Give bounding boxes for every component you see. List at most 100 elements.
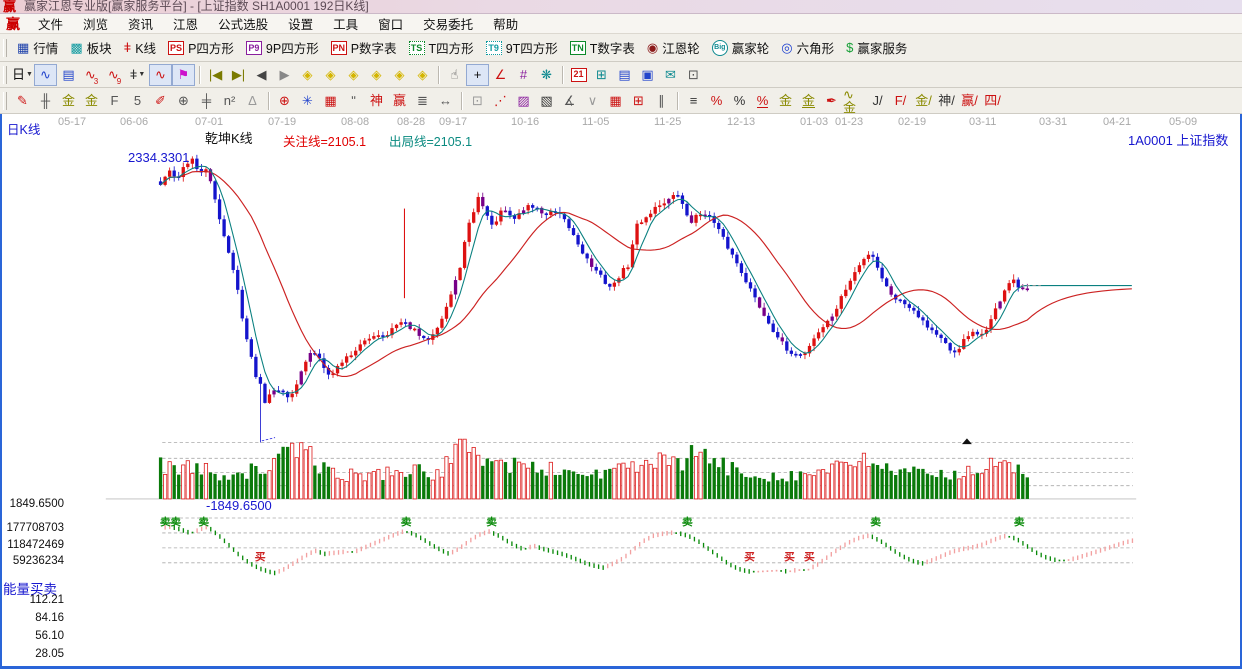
box-tool-icon[interactable]: ⊡ [466,90,489,112]
t-number-table-button[interactable]: TNT数字表 [564,36,641,60]
ying-angle-icon[interactable]: 赢/ [958,90,981,112]
angle-lines-icon[interactable]: ∡ [558,90,581,112]
gold-circle-icon[interactable]: 金 [774,90,797,112]
main-chart-svg[interactable]: 卖卖卖买卖卖卖买买买卖卖 [0,114,1242,669]
f-grid-icon[interactable]: F [103,90,126,112]
marker-pen-icon[interactable]: ✒ [820,90,843,112]
gann-diamond-6-icon[interactable]: ◈ [411,64,434,86]
bar-chart-icon[interactable]: ≡ [682,90,705,112]
star-burst-icon[interactable]: ✳ [296,90,319,112]
purple-fan-box-icon[interactable]: ▨ [512,90,535,112]
percent-red-icon[interactable]: % [705,90,728,112]
shen-angle-icon[interactable]: 神/ [935,90,958,112]
first-page-icon[interactable]: |◀ [204,64,227,86]
calculator-icon[interactable]: ⊞ [590,64,613,86]
gold-line-icon[interactable]: 金 [797,90,820,112]
n-squared-icon[interactable]: n² [218,90,241,112]
print-icon[interactable]: ⊡ [682,64,705,86]
gann-diamond-3-icon[interactable]: ◈ [342,64,365,86]
menu-item-10[interactable]: 帮助 [483,14,528,33]
wave-9-sub: 9 [117,78,121,86]
9p-square-button[interactable]: P99P四方形 [240,36,325,60]
menu-item-8[interactable]: 窗口 [368,14,413,33]
shen-grid-icon[interactable]: 神 [365,90,388,112]
menu-item-7[interactable]: 工具 [323,14,368,33]
width-arrows-icon[interactable]: ↔ [434,90,457,112]
send-mail-icon[interactable]: ✉ [659,64,682,86]
candle-style-icon[interactable]: ǂ▼ [126,64,149,86]
hatch-grid-2-icon[interactable]: ╪ [195,90,218,112]
circle-ruler-icon[interactable]: ⊕ [172,90,195,112]
gann-grid-tool-icon[interactable]: # [512,64,535,86]
arrow-grid-icon[interactable]: ⊞ [627,90,650,112]
next-bar-icon[interactable]: ▶ [273,64,296,86]
hatch-grid-icon[interactable]: ╫ [34,90,57,112]
toolbar-separator [677,92,678,110]
tick-flag-icon[interactable]: ⚑ [172,64,195,86]
spiral-5-icon[interactable]: 5 [126,90,149,112]
kline-button[interactable]: ǂK线 [118,36,162,60]
gann-diamond-2-icon[interactable]: ◈ [319,64,342,86]
wave-9-icon[interactable]: ∿9 [103,64,126,86]
compass-target-icon[interactable]: ⊕ [273,90,296,112]
brush-icon[interactable]: ✎ [11,90,34,112]
gann-diamond-1-icon[interactable]: ◈ [296,64,319,86]
ink-brush-icon[interactable]: ✐ [149,90,172,112]
calendar-icon[interactable]: 21 [567,64,590,86]
red-grid-box-icon[interactable]: ▦ [319,90,342,112]
quote-marks-icon[interactable]: ʺ [342,90,365,112]
menu-item-9[interactable]: 交易委托 [413,14,483,33]
menu-item-5[interactable]: 公式选股 [208,14,278,33]
menu-item-1[interactable]: 文件 [28,14,73,33]
p-square-button[interactable]: PSP四方形 [162,36,240,60]
menu-item-2[interactable]: 浏览 [73,14,118,33]
gann-wheel-button[interactable]: ◉江恩轮 [641,36,706,60]
hexagon-button[interactable]: ◎六角形 [775,36,840,60]
percent-icon[interactable]: % [728,90,751,112]
gold-angle-icon[interactable]: 金/ [912,90,935,112]
j-angle-icon[interactable]: J/ [866,90,889,112]
four-angle-icon[interactable]: 四/ [981,90,1004,112]
percent-underline-icon[interactable]: % [751,90,774,112]
dark-fan-box-icon[interactable]: ▧ [535,90,558,112]
last-page-icon[interactable]: ▶| [227,64,250,86]
gann-diamond-4-icon[interactable]: ◈ [365,64,388,86]
red-fan-icon[interactable]: ⋰ [489,90,512,112]
ying-grid-icon[interactable]: 赢 [388,90,411,112]
ruler-123-icon[interactable]: ≣ [411,90,434,112]
chart-area[interactable]: 卖卖卖买卖卖卖买买买卖卖 日K线 乾坤K线 关注线=2105.1 出局线=210… [0,114,1242,669]
zigzag-view-icon[interactable]: ∿ [34,64,57,86]
t-square-button[interactable]: TST四方形 [403,36,480,60]
period-day-icon[interactable]: 日▼ [11,64,34,86]
pattern-tool-icon[interactable]: ❋ [535,64,558,86]
f-angle-icon[interactable]: F/ [889,90,912,112]
menu-item-3[interactable]: 资讯 [118,14,163,33]
gold-wave-icon[interactable]: ∿金 [843,90,866,112]
prev-bar-icon[interactable]: ◀ [250,64,273,86]
quotes-button[interactable]: ▦行情 [11,36,64,60]
info-list-icon[interactable]: ▤ [57,64,80,86]
wave-3-icon[interactable]: ∿3 [80,64,103,86]
dense-grid-icon[interactable]: ▦ [604,90,627,112]
report-icon[interactable]: ▤ [613,64,636,86]
gann-diamond-5-icon[interactable]: ◈ [388,64,411,86]
crosshair-tool-icon[interactable]: + [466,64,489,86]
hand-tool-icon[interactable]: ☝ [443,64,466,86]
parallel-lines-icon[interactable]: ∥ [650,90,673,112]
gold-grid-b-icon[interactable]: 金 [80,90,103,112]
menu-item-4[interactable]: 江恩 [163,14,208,33]
red-zigzag-icon[interactable]: ∿ [149,64,172,86]
v-waves-icon[interactable]: ∨ [581,90,604,112]
winner-wheel-button[interactable]: Big赢家轮 [706,36,776,60]
angle-tool-icon[interactable]: ∠ [489,64,512,86]
a-angle-icon[interactable]: ∆ [241,90,264,112]
p-square-badge-icon: PS [168,41,184,55]
ying-grid-glyph-icon: 赢 [393,94,406,107]
p-number-table-button[interactable]: PNP数字表 [325,36,403,60]
menu-item-6[interactable]: 设置 [278,14,323,33]
winner-service-button[interactable]: $赢家服务 [840,36,913,60]
9t-square-button[interactable]: T99T四方形 [480,36,564,60]
gold-grid-a-icon[interactable]: 金 [57,90,80,112]
sectors-button[interactable]: ▩板块 [64,36,117,60]
save-icon[interactable]: ▣ [636,64,659,86]
